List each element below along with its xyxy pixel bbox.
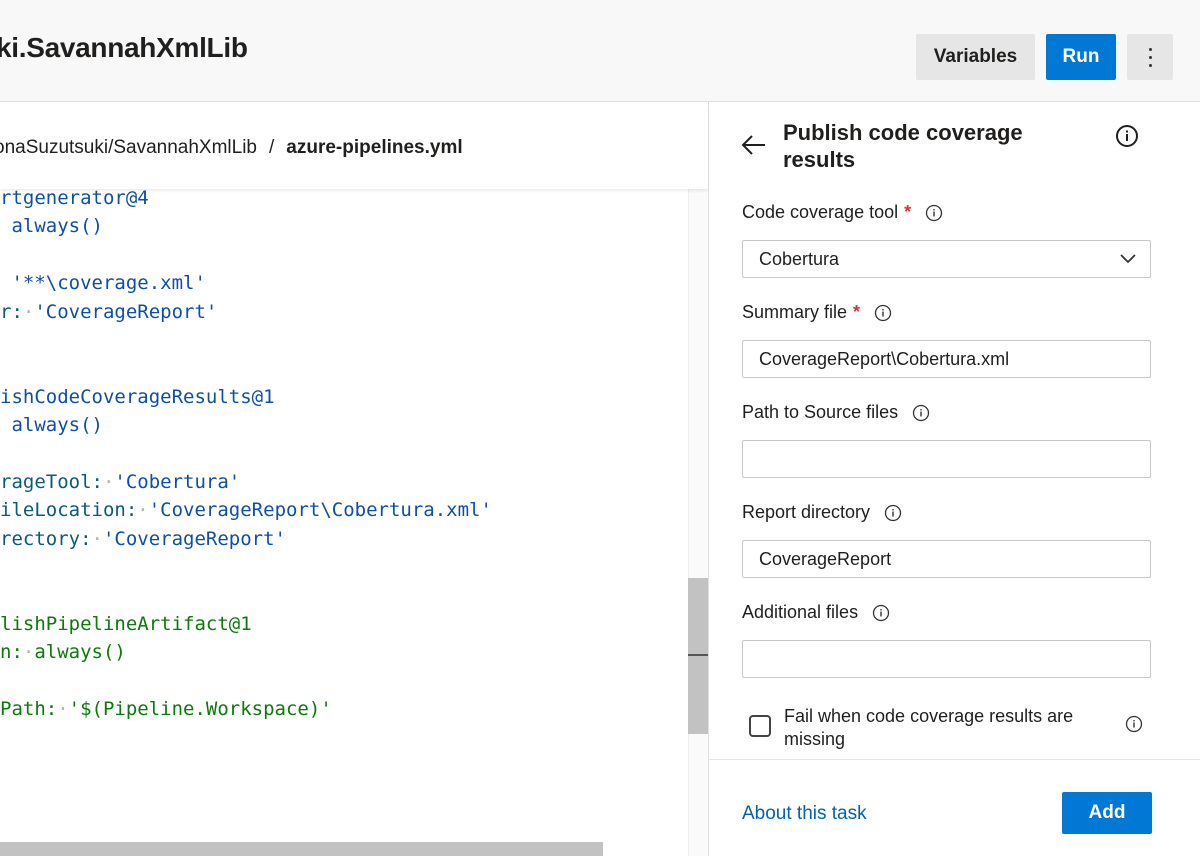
editor-scroll-position-marker	[688, 654, 708, 656]
page-title: ki.SavannahXmlLib	[0, 32, 248, 63]
task-panel: Publish code coverage results Code cover…	[708, 102, 1200, 856]
add-button[interactable]: Add	[1062, 792, 1152, 834]
pipeline-header: ki.SavannahXmlLib Variables Run	[0, 0, 1200, 102]
summary-file-label: Summary file *	[742, 302, 892, 323]
code-line: ileLocation:·'CoverageReport\Cobertura.x…	[0, 499, 492, 522]
code-line: always()	[11, 215, 103, 238]
code-line: ishCodeCoverageResults@1	[0, 385, 275, 408]
code-line: rtgenerator@4	[0, 189, 149, 209]
panel-divider	[709, 759, 1200, 760]
code-line: lishPipelineArtifact@1	[0, 613, 252, 635]
info-icon[interactable]	[912, 404, 930, 422]
about-task-link[interactable]: About this task	[742, 803, 867, 825]
additional-files-label: Additional files	[742, 602, 890, 623]
report-directory-label: Report directory	[742, 502, 902, 523]
coverage-tool-value: Cobertura	[759, 249, 840, 269]
code-line: r:·'CoverageReport'	[0, 300, 218, 323]
panel-title: Publish code coverage results	[783, 120, 1023, 172]
chevron-down-icon	[1120, 254, 1136, 264]
editor-vertical-scroll-thumb[interactable]	[688, 578, 708, 734]
run-button[interactable]: Run	[1046, 34, 1116, 80]
info-icon[interactable]	[872, 604, 890, 622]
info-icon[interactable]	[925, 204, 943, 222]
source-path-input[interactable]	[742, 440, 1151, 478]
yaml-editor[interactable]: rtgenerator@4 always() '**\coverage.xml'…	[0, 189, 688, 856]
editor-horizontal-scroll-thumb[interactable]	[0, 842, 603, 856]
code-line: always()	[11, 414, 103, 437]
source-path-label: Path to Source files	[742, 402, 930, 423]
info-icon[interactable]	[874, 304, 892, 322]
editor-vertical-scrollbar[interactable]	[688, 189, 708, 856]
fail-when-missing-checkbox[interactable]	[749, 715, 771, 737]
code-line: rectory:·'CoverageReport'	[0, 527, 286, 550]
code-line: '**\coverage.xml'	[11, 272, 206, 295]
breadcrumb-repo[interactable]: onaSuzutsuki/SavannahXmlLib	[0, 137, 257, 158]
breadcrumb: onaSuzutsuki/SavannahXmlLib / azure-pipeli…	[0, 137, 463, 159]
more-vertical-icon	[1148, 47, 1152, 67]
info-icon[interactable]	[1115, 124, 1139, 148]
info-icon[interactable]	[1125, 715, 1143, 733]
summary-file-input[interactable]: CoverageReport\Cobertura.xml	[742, 340, 1151, 378]
coverage-tool-dropdown[interactable]: Cobertura	[742, 240, 1151, 278]
breadcrumb-separator: /	[269, 137, 275, 158]
breadcrumb-file: azure-pipelines.yml	[286, 137, 463, 158]
code-line: n:·always()	[0, 641, 126, 664]
report-directory-input[interactable]: CoverageReport	[742, 540, 1151, 578]
variables-button[interactable]: Variables	[916, 34, 1035, 80]
required-marker: *	[853, 302, 861, 322]
back-arrow-icon[interactable]	[741, 134, 767, 156]
more-actions-button[interactable]	[1127, 34, 1173, 80]
required-marker: *	[904, 202, 912, 222]
info-icon[interactable]	[884, 504, 902, 522]
coverage-tool-label: Code coverage tool *	[742, 202, 943, 223]
fail-when-missing-label: Fail when code coverage results are miss…	[784, 706, 1074, 749]
code-line: rageTool:·'Cobertura'	[0, 471, 241, 493]
editor-breadcrumb-bar: onaSuzutsuki/SavannahXmlLib / azure-pipeli…	[0, 103, 708, 189]
code-line: Path:·'$(Pipeline.Workspace)'	[0, 698, 332, 721]
additional-files-input[interactable]	[742, 640, 1151, 678]
